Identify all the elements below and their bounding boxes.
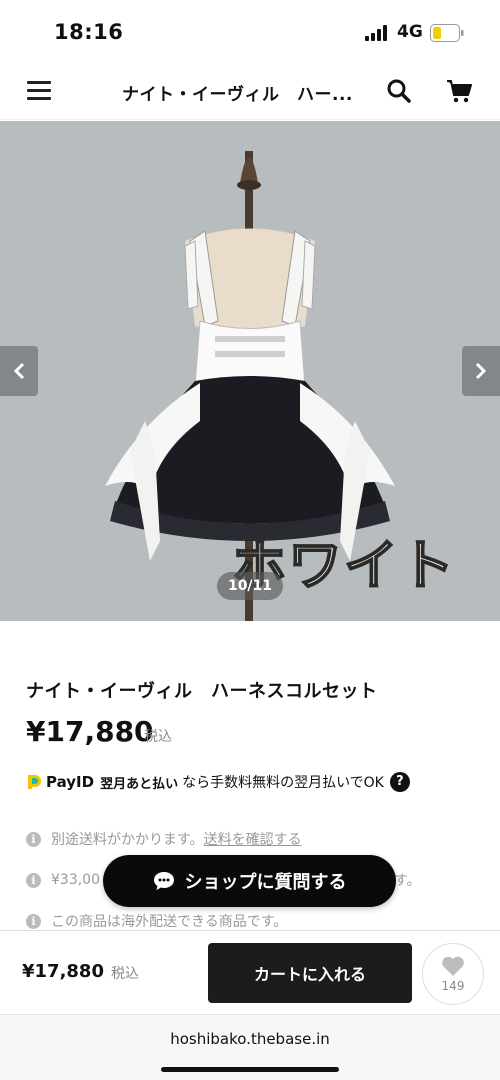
tax-label: 税込 (144, 729, 172, 745)
overseas-shipping-info: i この商品は海外配送できる商品です。 (26, 911, 287, 931)
product-price: ¥17,880 (26, 715, 154, 748)
bottom-tax-label: 税込 (111, 966, 139, 982)
add-to-cart-button[interactable]: カートに入れる (208, 943, 412, 1003)
shipping-fee-link[interactable]: 送料を確認する (204, 829, 302, 849)
signal-icon (365, 25, 387, 41)
payid-name: PayID (46, 773, 95, 791)
browser-url-bar[interactable]: hoshibako.thebase.in (0, 1014, 500, 1080)
page-title: ナイト・イーヴィル ハー... (122, 85, 353, 105)
bottom-price: ¥17,880 (22, 961, 104, 982)
product-image-gallery[interactable]: ホワイト 10/11 (0, 121, 500, 621)
payid-description: なら手数料無料の翌月払いでOK (182, 775, 384, 791)
overseas-shipping-note: この商品は海外配送できる商品です。 (51, 914, 288, 930)
heart-icon (442, 956, 464, 976)
search-icon[interactable] (386, 78, 412, 104)
favorite-count: 149 (441, 979, 465, 993)
chat-bubble-icon (153, 872, 174, 890)
shipping-note: 別途送料がかかります。 (51, 832, 204, 848)
status-bar: 18:16 4G (0, 0, 500, 62)
ask-shop-label: ショップに質問する (184, 872, 347, 893)
purchase-bar: ¥17,880 税込 カートに入れる 149 (0, 930, 500, 1014)
chevron-left-icon (13, 362, 25, 380)
info-icon: i (26, 872, 41, 888)
info-icon: i (26, 913, 41, 929)
info-icon: i (26, 831, 41, 847)
url-text: hoshibako.thebase.in (170, 1030, 330, 1048)
network-type: 4G (397, 22, 423, 42)
image-counter: 10/11 (217, 572, 283, 600)
gallery-prev-button[interactable] (0, 346, 38, 396)
menu-icon[interactable] (27, 81, 51, 101)
cart-icon[interactable] (446, 78, 472, 104)
payid-later-label: 翌月あと払い (100, 776, 179, 792)
payid-logo-icon (28, 775, 41, 789)
shipping-info: i 別途送料がかかります。 送料を確認する (26, 829, 302, 849)
chevron-right-icon (475, 362, 487, 380)
gallery-next-button[interactable] (462, 346, 500, 396)
ask-shop-button[interactable]: ショップに質問する (103, 855, 396, 907)
status-time: 18:16 (54, 20, 124, 44)
free-shipping-suffix: す。 (394, 873, 421, 889)
help-icon[interactable]: ? (389, 772, 410, 792)
product-name: ナイト・イーヴィル ハーネスコルセット (26, 681, 378, 702)
battery-icon (430, 24, 464, 42)
shop-header: ナイト・イーヴィル ハー... (0, 62, 500, 120)
free-shipping-threshold: ¥33,00 (51, 872, 100, 888)
favorite-button[interactable]: 149 (422, 943, 484, 1005)
payid-banner: PayID 翌月あと払い なら手数料無料の翌月払いでOK ? (26, 771, 410, 793)
home-indicator[interactable] (161, 1067, 339, 1072)
